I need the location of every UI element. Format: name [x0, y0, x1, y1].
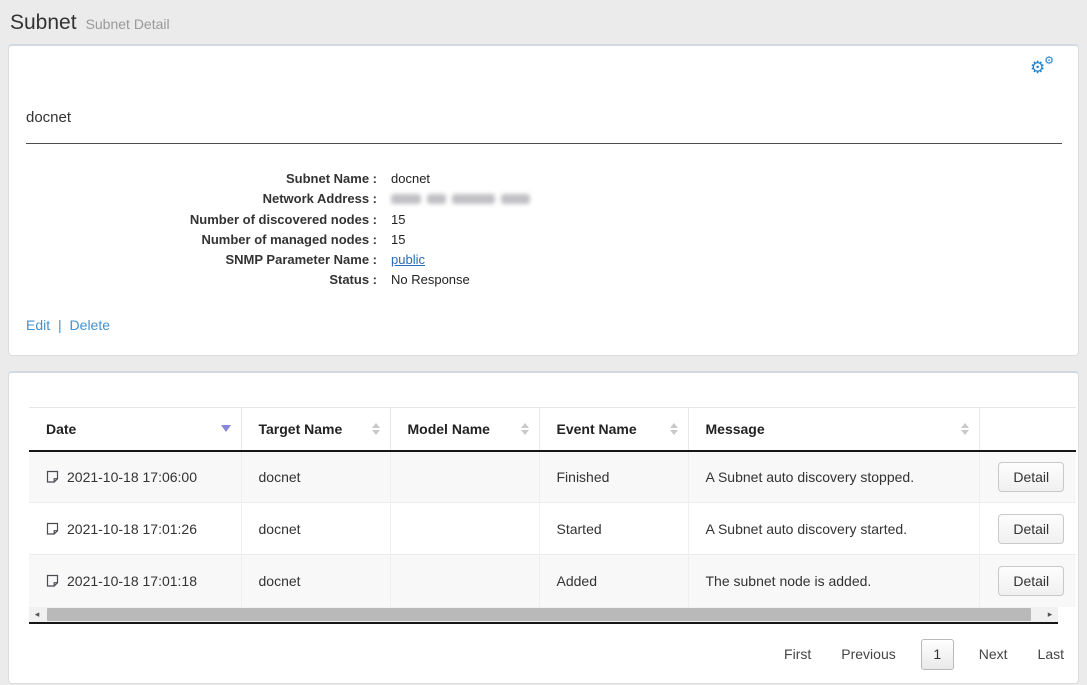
action-separator: |	[58, 317, 62, 333]
pagination: First Previous 1 Next Last	[9, 624, 1078, 670]
column-header-message[interactable]: Message	[688, 408, 979, 451]
date-cell: 2021-10-18 17:01:18	[29, 555, 241, 607]
snmp-parameter-link[interactable]: public	[391, 252, 425, 267]
model-name-cell	[390, 555, 539, 607]
gear-glyph-small: ⚙	[1044, 56, 1054, 67]
pagination-last[interactable]: Last	[1038, 646, 1064, 662]
event-row: 2021-10-18 17:06:00 docnet Finished A Su…	[29, 451, 1076, 503]
column-label: Date	[46, 421, 76, 437]
subnet-detail-panel: ⚙ ⚙ docnet Subnet Name : docnet Network …	[8, 44, 1079, 356]
events-table-wrap: Date Target Name Model Name Event Name M…	[9, 373, 1078, 624]
events-table: Date Target Name Model Name Event Name M…	[29, 407, 1076, 607]
pagination-previous[interactable]: Previous	[841, 646, 895, 662]
field-label: Status :	[9, 270, 377, 290]
page-subtitle: Subnet Detail	[86, 16, 170, 32]
column-header-event-name[interactable]: Event Name	[539, 408, 688, 451]
action-cell: Detail	[979, 451, 1076, 503]
action-cell: Detail	[979, 503, 1076, 555]
column-label: Model Name	[408, 421, 490, 437]
target-name-cell: docnet	[241, 451, 390, 503]
event-date: 2021-10-18 17:06:00	[67, 469, 197, 485]
column-label: Event Name	[557, 421, 637, 437]
column-header-target-name[interactable]: Target Name	[241, 408, 390, 451]
event-name-cell: Started	[539, 503, 688, 555]
field-label: Number of managed nodes :	[9, 230, 377, 250]
event-date: 2021-10-18 17:01:26	[67, 521, 197, 537]
subnet-detail-fields: Subnet Name : docnet Network Address : N…	[9, 169, 1078, 290]
subnet-name-heading: docnet	[9, 78, 1078, 126]
status-value: No Response	[391, 270, 470, 290]
event-note-icon	[46, 574, 59, 588]
sort-both-icon	[521, 423, 529, 435]
event-name-cell: Added	[539, 555, 688, 607]
pagination-first[interactable]: First	[784, 646, 811, 662]
redacted-network-address	[391, 189, 530, 209]
settings-gears-icon[interactable]: ⚙ ⚙	[1030, 56, 1054, 76]
field-label: Number of discovered nodes :	[9, 210, 377, 230]
field-label: SNMP Parameter Name :	[9, 250, 377, 270]
model-name-cell	[390, 451, 539, 503]
message-cell: The subnet node is added.	[688, 555, 979, 607]
edit-link[interactable]: Edit	[26, 317, 50, 333]
events-table-header-row: Date Target Name Model Name Event Name M…	[29, 408, 1076, 451]
sort-both-icon	[961, 423, 969, 435]
target-name-cell: docnet	[241, 555, 390, 607]
detail-button[interactable]: Detail	[998, 462, 1064, 492]
subnet-actions: Edit | Delete	[9, 290, 1078, 333]
event-note-icon	[46, 522, 59, 536]
message-cell: A Subnet auto discovery started.	[688, 503, 979, 555]
detail-row-status: Status : No Response	[9, 270, 1078, 290]
column-header-date[interactable]: Date	[29, 408, 241, 451]
pagination-next[interactable]: Next	[979, 646, 1008, 662]
sort-both-icon	[670, 423, 678, 435]
detail-button[interactable]: Detail	[998, 514, 1064, 544]
detail-row-managed-nodes: Number of managed nodes : 15	[9, 230, 1078, 250]
event-row: 2021-10-18 17:01:18 docnet Added The sub…	[29, 555, 1076, 607]
field-label: Network Address :	[9, 189, 377, 210]
field-value: docnet	[391, 169, 430, 189]
pagination-current-page[interactable]: 1	[921, 639, 954, 670]
scroll-right-arrow-icon[interactable]: ▸	[1042, 607, 1058, 622]
column-header-action	[979, 408, 1076, 451]
page-header: Subnet Subnet Detail	[0, 0, 1087, 44]
field-label: Subnet Name :	[9, 169, 377, 189]
message-cell: A Subnet auto discovery stopped.	[688, 451, 979, 503]
event-date: 2021-10-18 17:01:18	[67, 573, 197, 589]
panel-toolbar: ⚙ ⚙	[9, 46, 1078, 78]
detail-row-network-address: Network Address :	[9, 189, 1078, 210]
detail-row-discovered-nodes: Number of discovered nodes : 15	[9, 210, 1078, 230]
sort-descending-icon	[221, 425, 231, 432]
action-cell: Detail	[979, 555, 1076, 607]
column-label: Target Name	[259, 421, 343, 437]
scrollbar-thumb[interactable]	[47, 608, 1031, 621]
detail-button[interactable]: Detail	[998, 566, 1064, 596]
column-label: Message	[706, 421, 765, 437]
event-row: 2021-10-18 17:01:26 docnet Started A Sub…	[29, 503, 1076, 555]
gear-glyph-large: ⚙	[1030, 59, 1045, 76]
events-panel: Date Target Name Model Name Event Name M…	[8, 371, 1079, 684]
field-value: public	[391, 250, 425, 270]
date-cell: 2021-10-18 17:01:26	[29, 503, 241, 555]
model-name-cell	[390, 503, 539, 555]
date-cell: 2021-10-18 17:06:00	[29, 451, 241, 503]
detail-row-subnet-name: Subnet Name : docnet	[9, 169, 1078, 189]
delete-link[interactable]: Delete	[70, 317, 110, 333]
sort-both-icon	[372, 423, 380, 435]
column-header-model-name[interactable]: Model Name	[390, 408, 539, 451]
field-value: 15	[391, 230, 405, 250]
title-divider	[26, 143, 1062, 144]
horizontal-scrollbar[interactable]: ◂ ▸	[29, 607, 1058, 624]
target-name-cell: docnet	[241, 503, 390, 555]
page-title: Subnet	[10, 11, 77, 34]
event-note-icon	[46, 470, 59, 484]
field-value: 15	[391, 210, 405, 230]
scroll-left-arrow-icon[interactable]: ◂	[29, 607, 45, 622]
detail-row-snmp-parameter: SNMP Parameter Name : public	[9, 250, 1078, 270]
event-name-cell: Finished	[539, 451, 688, 503]
field-value-redacted	[391, 189, 530, 210]
